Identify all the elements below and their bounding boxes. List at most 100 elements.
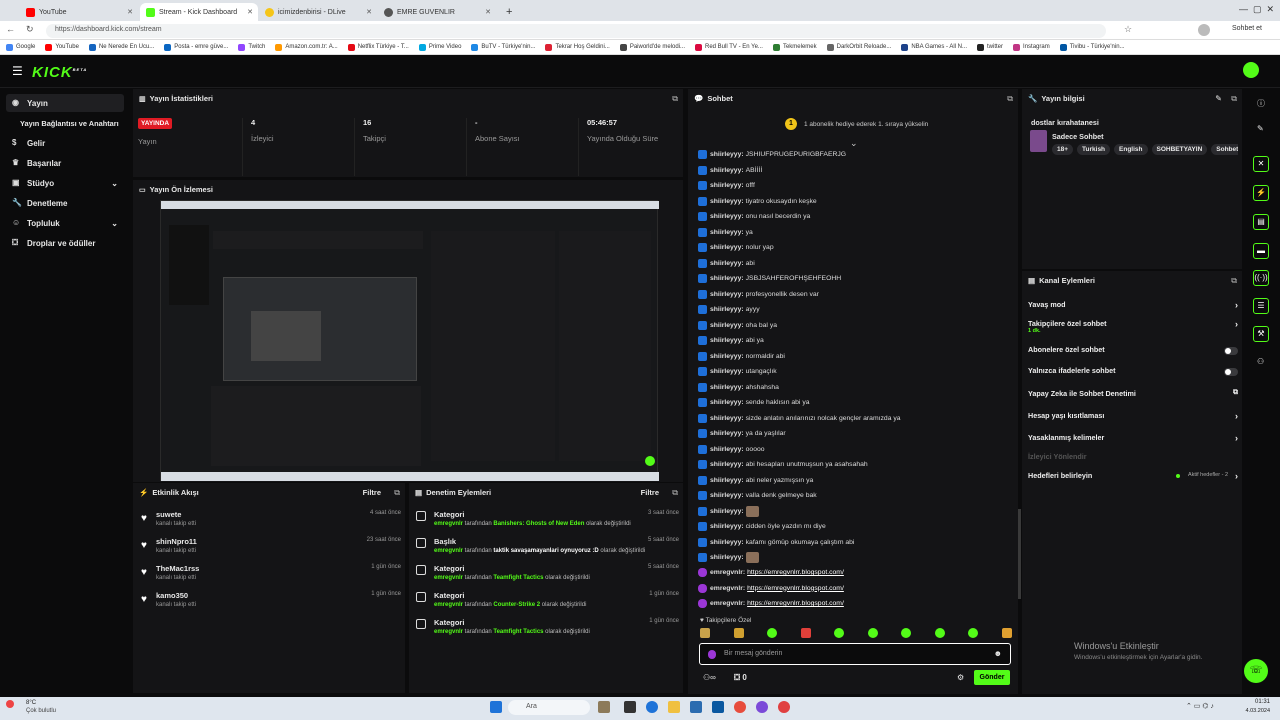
stream-preview-video[interactable] xyxy=(160,200,659,481)
profile-avatar[interactable] xyxy=(1198,24,1210,36)
toggle-switch[interactable] xyxy=(1224,347,1238,355)
tag[interactable]: English xyxy=(1114,144,1148,155)
channel-action-item[interactable]: Yalnızca ifadelerle sohbet xyxy=(1028,366,1238,380)
emote-icon[interactable] xyxy=(800,628,811,638)
bolt-icon[interactable]: ⚡ xyxy=(1253,185,1269,201)
edit-icon[interactable]: ✎ xyxy=(1257,124,1264,133)
close-icon[interactable]: ✕ xyxy=(247,8,253,16)
emoji-icon[interactable]: ☻ xyxy=(994,649,1002,658)
chrome-icon[interactable] xyxy=(734,701,746,713)
bookmark-item[interactable]: YouTube xyxy=(45,43,79,51)
emote-icon[interactable] xyxy=(700,628,710,638)
kick-logo[interactable]: KICKBETA xyxy=(32,64,87,81)
bookmark-item[interactable]: Tekmelemek xyxy=(772,43,817,51)
bookmark-star-icon[interactable]: ☆ xyxy=(1124,24,1132,35)
bookmark-item[interactable]: BuTV - Türkiye'nin... xyxy=(471,43,535,51)
chat-scrollbar[interactable] xyxy=(1018,509,1021,599)
channel-action-item[interactable]: Hesap yaşı kısıtlaması › xyxy=(1028,411,1238,425)
popout-icon[interactable]: ⧉ xyxy=(672,94,678,104)
emote-icon[interactable] xyxy=(934,628,945,638)
channel-action-item[interactable]: Yasaklanmış kelimeler › xyxy=(1028,433,1238,447)
popout-icon[interactable]: ⧉ xyxy=(1007,94,1013,104)
sidebar-item-1[interactable]: ◉ Yayın xyxy=(6,94,124,112)
bookmark-item[interactable]: Google xyxy=(6,43,35,51)
bookmark-item[interactable]: Amazon.com.tr: A... xyxy=(275,43,338,51)
close-icon[interactable]: ✕ xyxy=(127,8,133,16)
channel-action-item[interactable]: Yapay Zeka ile Sohbet Denetimi ⧉ xyxy=(1028,389,1238,403)
support-chat-icon[interactable]: ☏ xyxy=(1244,659,1268,683)
send-button[interactable]: Gönder xyxy=(974,670,1010,685)
bookmark-item[interactable]: Instagram xyxy=(1013,43,1050,51)
popout-icon[interactable]: ⧉ xyxy=(1231,94,1237,104)
close-icon[interactable]: ✕ xyxy=(1253,156,1269,172)
obs-icon[interactable] xyxy=(778,701,790,713)
edge-icon[interactable] xyxy=(646,701,658,713)
chevron-down-icon[interactable]: ⌄ xyxy=(111,179,118,188)
sidebar-item-8[interactable]: ⛋ Droplar ve ödüller xyxy=(6,234,124,252)
emote-icon[interactable] xyxy=(733,628,744,638)
bookmark-item[interactable]: Posta - emre güve... xyxy=(164,43,228,51)
share-icon[interactable]: ⚇ xyxy=(1257,357,1264,366)
popout-icon[interactable]: ⧉ xyxy=(1231,276,1237,286)
chat-button[interactable]: Sohbet et xyxy=(1232,25,1262,32)
channel-action-item[interactable]: Yavaş mod › xyxy=(1028,300,1238,314)
bookmark-item[interactable]: NBA Games - All N... xyxy=(901,43,967,51)
windows-start-icon[interactable] xyxy=(490,701,502,713)
reload-icon[interactable]: ↻ xyxy=(26,24,34,35)
activity-filter-button[interactable]: Filtre xyxy=(363,488,381,497)
bookmark-item[interactable]: Ne Nerede En Ucu... xyxy=(88,43,154,51)
app-icon[interactable] xyxy=(598,701,610,713)
document-icon[interactable]: ▤ xyxy=(1253,214,1269,230)
mail-icon[interactable] xyxy=(690,701,702,713)
tab-emre-guvenlir[interactable]: EMRE GUVENLIR ✕ xyxy=(378,3,496,21)
tag[interactable]: Sohbet xyxy=(1211,144,1238,155)
bookmark-item[interactable]: twitter xyxy=(977,43,1003,51)
window-controls[interactable]: — ▢ ✕ xyxy=(1239,4,1274,15)
channel-action-item[interactable]: Takipçilere özel sohbet 1 dk. › xyxy=(1028,319,1238,334)
bookmark-item[interactable]: DarkOrbit Reloade... xyxy=(826,43,891,51)
chat-input[interactable]: Bir mesaj gönderin ☻ xyxy=(699,643,1011,665)
menu-icon[interactable]: ☰ xyxy=(12,64,23,78)
popout-icon[interactable]: ⧉ xyxy=(672,488,678,498)
chevron-down-icon[interactable]: ⌄ xyxy=(111,219,118,228)
tag[interactable]: 18+ xyxy=(1052,144,1074,155)
sidebar-item-4[interactable]: ♛ Başarılar xyxy=(6,154,124,172)
bookmark-item[interactable]: Paiworld'de melodi... xyxy=(619,43,685,51)
emote-icon[interactable] xyxy=(1001,628,1012,638)
toggle-switch[interactable] xyxy=(1224,368,1238,376)
list-icon[interactable]: ☰ xyxy=(1253,298,1269,314)
mic-icon[interactable] xyxy=(708,650,716,659)
info-icon[interactable]: ⓘ xyxy=(1257,98,1265,109)
moderation-filter-button[interactable]: Filtre xyxy=(641,488,659,497)
user-avatar[interactable] xyxy=(1243,62,1259,78)
discord-icon[interactable] xyxy=(756,701,768,713)
chat-icon[interactable]: ▬ xyxy=(1253,243,1269,259)
taskbar-search[interactable]: Ara xyxy=(508,700,590,715)
pinned-message[interactable]: 1 abonelik hediye ederek 1. sıraya yükse… xyxy=(804,121,928,128)
back-icon[interactable]: ← xyxy=(6,24,15,34)
emote-icon[interactable] xyxy=(901,628,912,638)
bookmark-item[interactable]: Tekrar Hoş Geldini... xyxy=(545,43,610,51)
close-icon[interactable]: ✕ xyxy=(485,8,491,16)
emote-icon[interactable] xyxy=(834,628,845,638)
sidebar-item-6[interactable]: 🔧 Denetleme xyxy=(6,194,124,212)
channel-action-item[interactable]: Abonelere özel sohbet xyxy=(1028,345,1238,359)
bookmark-item[interactable]: Red Bull TV - En Ye... xyxy=(695,43,763,51)
bookmark-item[interactable]: Twitch xyxy=(238,43,265,51)
bookmark-item[interactable]: Tivibu - Türkiye'nin... xyxy=(1059,43,1125,51)
tab-dlive[interactable]: icimizdenbirisi - DLive ✕ xyxy=(259,3,377,21)
tag[interactable]: SOHBETYAYIN xyxy=(1151,144,1208,155)
bookmark-item[interactable]: Prime Video xyxy=(418,43,461,51)
tab-kick-dashboard[interactable]: Stream - Kick Dashboard ✕ xyxy=(140,3,258,21)
sidebar-item-3[interactable]: $ Gelir xyxy=(6,134,124,152)
popout-icon[interactable]: ⧉ xyxy=(394,488,400,498)
sidebar-item-5[interactable]: ▣ Stüdyo ⌄ xyxy=(6,174,124,192)
store-icon[interactable] xyxy=(712,701,724,713)
url-field[interactable]: https://dashboard.kick.com/stream xyxy=(46,24,1106,38)
tag[interactable]: Turkish xyxy=(1077,144,1111,155)
task-view-icon[interactable] xyxy=(624,701,636,713)
channel-action-item[interactable]: Hedefleri belirleyin › Aktif hedefler - 2 xyxy=(1028,471,1238,485)
broadcast-icon[interactable]: ((·)) xyxy=(1253,270,1269,286)
sidebar-item-2[interactable]: Yayın Bağlantısı ve Anahtarı xyxy=(6,114,128,132)
sidebar-item-7[interactable]: ☺ Topluluk ⌄ xyxy=(6,214,124,232)
